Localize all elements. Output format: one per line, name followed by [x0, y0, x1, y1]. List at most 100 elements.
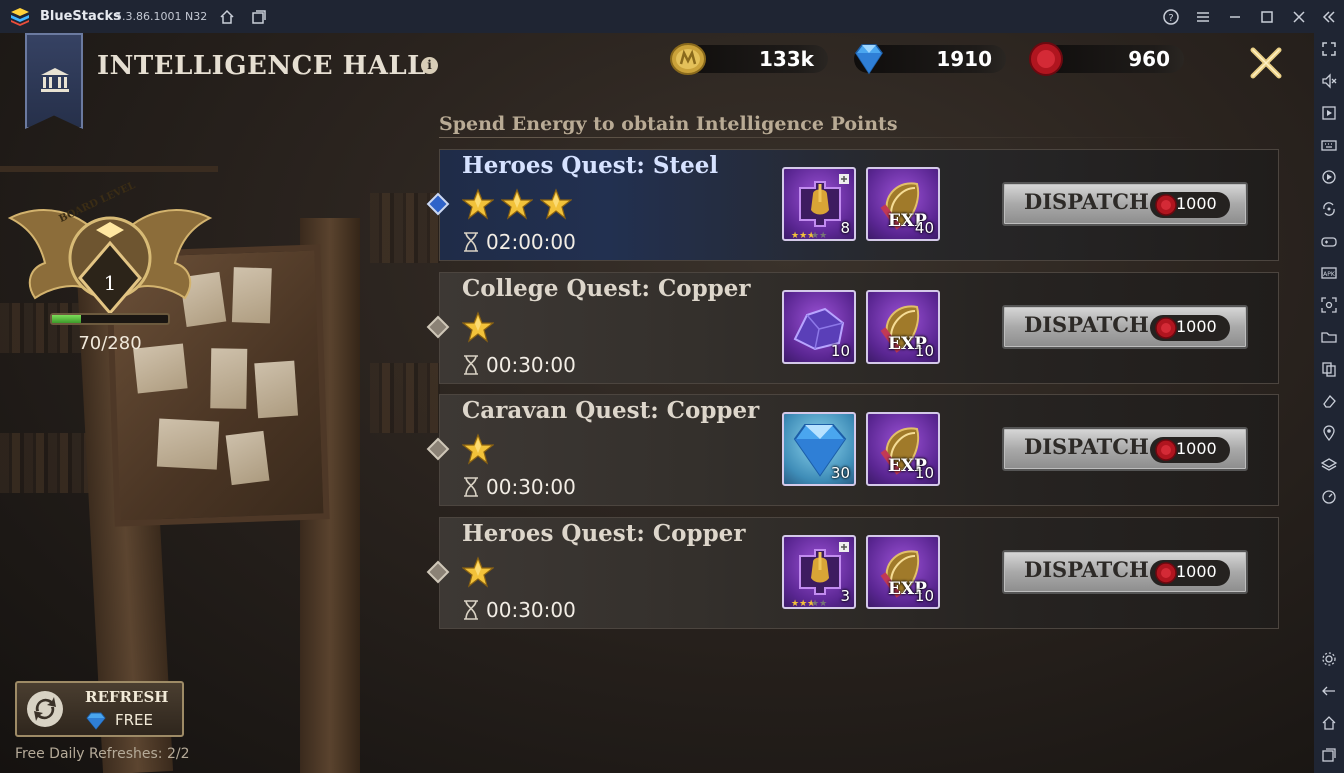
info-icon[interactable]: i	[421, 57, 438, 74]
gamepad-icon[interactable]	[1319, 231, 1339, 251]
emulator-sidebar: APK	[1314, 33, 1344, 773]
game-viewport: INTELLIGENCE HALL i 133k 1910 960 BOARD …	[0, 33, 1314, 773]
reward-item[interactable]: ★★★ ★★ 8	[782, 167, 856, 241]
board-level-number: 1	[103, 271, 117, 295]
gold-value: 133k	[758, 47, 814, 71]
quest-row[interactable]: College Quest: Copper 00:30:00 10 EXP 10 DISP…	[426, 272, 1279, 384]
gold-counter: 133k	[670, 43, 828, 75]
reward-item[interactable]: 10	[782, 290, 856, 364]
quest-duration: 00:30:00	[462, 353, 576, 377]
star-icon	[501, 188, 533, 220]
recent-apps-icon[interactable]	[1319, 745, 1339, 765]
quest-row[interactable]: Heroes Quest: Steel 02:00:00 ★★★ ★★ 8 EXP 40 DI…	[426, 149, 1279, 261]
hourglass-icon	[464, 477, 478, 497]
dispatch-label: DISPATCH	[1024, 189, 1149, 214]
menu-icon[interactable]	[1192, 6, 1214, 28]
layers-icon[interactable]	[1319, 455, 1339, 475]
board-level-progress-bar	[50, 313, 170, 325]
dispatch-label: DISPATCH	[1024, 434, 1149, 459]
screenshot-icon[interactable]	[1319, 295, 1339, 315]
wax-seal-icon	[1155, 439, 1177, 461]
reward-item[interactable]: ★★★ ★★ 3	[782, 535, 856, 609]
performance-icon[interactable]	[1319, 487, 1339, 507]
help-icon[interactable]: ?	[1160, 6, 1182, 28]
reward-count: 30	[830, 464, 850, 482]
dispatch-button[interactable]: DISPATCH 1000	[1002, 182, 1248, 226]
refresh-icon	[27, 691, 63, 727]
folder-icon[interactable]	[1319, 327, 1339, 347]
hourglass-icon	[464, 232, 478, 252]
diamond-icon	[855, 44, 883, 75]
close-window-icon[interactable]	[1288, 6, 1310, 28]
fullscreen-icon[interactable]	[1319, 39, 1339, 59]
volume-icon[interactable]	[1319, 71, 1339, 91]
energy-counter: 960	[1029, 42, 1184, 76]
location-icon[interactable]	[1319, 423, 1339, 443]
keyboard-icon[interactable]	[1319, 135, 1339, 155]
quest-time: 02:00:00	[486, 230, 576, 254]
dispatch-button[interactable]: DISPATCH 1000	[1002, 305, 1248, 349]
hall-building-icon	[41, 68, 69, 92]
free-refresh-note: Free Daily Refreshes: 2/2	[15, 746, 190, 762]
reward-item[interactable]: 30	[782, 412, 856, 486]
dispatch-button[interactable]: DISPATCH 1000	[1002, 427, 1248, 471]
settings-icon[interactable]	[1319, 649, 1339, 669]
page-title: INTELLIGENCE HALL	[97, 51, 426, 81]
quest-row[interactable]: Heroes Quest: Copper 00:30:00 ★★★ ★★ 3 EXP 10 D…	[426, 517, 1279, 629]
svg-text:★★: ★★	[811, 599, 827, 608]
refresh-button[interactable]: REFRESH FREE	[15, 681, 184, 737]
quest-marker	[426, 560, 450, 584]
quest-duration: 00:30:00	[462, 475, 576, 499]
quest-marker	[426, 437, 450, 461]
quest-time: 00:30:00	[486, 475, 576, 499]
star-icon	[462, 311, 494, 343]
dispatch-button[interactable]: DISPATCH 1000	[1002, 550, 1248, 594]
dispatch-cost: 1000	[1176, 439, 1217, 458]
reward-item[interactable]: EXP 10	[866, 535, 940, 609]
eraser-icon[interactable]	[1319, 391, 1339, 411]
close-icon[interactable]	[1248, 45, 1284, 81]
reward-count: 10	[914, 587, 934, 605]
minimize-icon[interactable]	[1224, 6, 1246, 28]
app-name: BlueStacks	[40, 9, 121, 24]
reward-item[interactable]: EXP 40	[866, 167, 940, 241]
wax-seal-icon	[1155, 562, 1177, 584]
app-version: 5.3.86.1001 N32	[115, 10, 208, 23]
android-home-icon[interactable]	[1319, 713, 1339, 733]
wax-seal-icon	[1029, 42, 1063, 76]
hanging-sign-bar	[0, 166, 218, 172]
back-icon[interactable]	[1319, 681, 1339, 701]
star-icon	[540, 188, 572, 220]
hourglass-icon	[464, 600, 478, 620]
quest-title: Heroes Quest: Copper	[462, 520, 746, 547]
collapse-sidebar-icon[interactable]	[1318, 6, 1340, 28]
apk-install-icon[interactable]: APK	[1319, 263, 1339, 283]
quest-time: 00:30:00	[486, 598, 576, 622]
board-level-progress-text: 70/280	[78, 333, 142, 354]
home-icon[interactable]	[216, 6, 238, 28]
quest-stars	[462, 311, 494, 343]
reward-count: 40	[914, 219, 934, 237]
diamond-icon	[86, 712, 106, 730]
reward-count: 10	[830, 342, 850, 360]
bookshelf-decor	[370, 363, 440, 433]
reward-item[interactable]: EXP 10	[866, 290, 940, 364]
reward-count: 8	[840, 219, 850, 237]
record-icon[interactable]	[1319, 103, 1339, 123]
bluestacks-logo-icon	[11, 8, 29, 26]
copy-icon[interactable]	[1319, 359, 1339, 379]
wax-seal-icon	[1155, 194, 1177, 216]
macro-icon[interactable]	[1319, 167, 1339, 187]
hourglass-icon	[464, 355, 478, 375]
svg-text:★★: ★★	[811, 231, 827, 240]
sync-icon[interactable]	[1319, 199, 1339, 219]
maximize-icon[interactable]	[1256, 6, 1278, 28]
quest-time: 00:30:00	[486, 353, 576, 377]
reward-count: 10	[914, 342, 934, 360]
reward-count: 3	[840, 587, 850, 605]
refresh-cost: FREE	[115, 711, 154, 729]
multi-instance-icon[interactable]	[248, 6, 270, 28]
reward-item[interactable]: EXP 10	[866, 412, 940, 486]
quest-marker	[426, 315, 450, 339]
quest-row[interactable]: Caravan Quest: Copper 00:30:00 30 EXP 10 DISP…	[426, 394, 1279, 506]
